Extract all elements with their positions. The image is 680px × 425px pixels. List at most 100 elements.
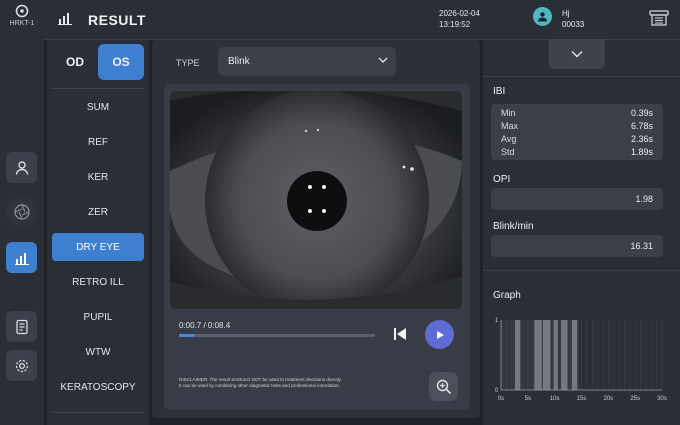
gear-icon xyxy=(15,359,28,372)
graph-x-tick-label: 0s xyxy=(498,396,504,402)
skip-back-button[interactable] xyxy=(393,327,407,346)
collapse-button[interactable] xyxy=(549,39,605,69)
graph-blink-bar xyxy=(553,320,558,390)
graph-x-tick-label: 20s xyxy=(603,396,613,402)
menu-item-ker[interactable]: KER xyxy=(52,163,144,191)
divider xyxy=(483,270,680,271)
device-icon xyxy=(15,4,29,18)
settings-button[interactable] xyxy=(6,350,37,381)
stat-label: Avg xyxy=(501,134,517,144)
playback-progress[interactable] xyxy=(179,334,375,337)
divider xyxy=(52,412,144,413)
printer-button[interactable] xyxy=(649,8,669,31)
od-button[interactable]: OD xyxy=(52,44,98,80)
user-button[interactable] xyxy=(6,152,37,183)
header-bar: RESULT 2026-02-04 13:19:52 Hj 00033 xyxy=(44,0,680,40)
result-header-icon xyxy=(58,12,72,30)
viewer-panel: TYPE Blink 0:00.7 / 0:08.4 DISCLAIMER: T… xyxy=(152,40,480,418)
zoom-in-icon xyxy=(436,379,451,394)
play-icon xyxy=(436,330,444,339)
opi-value: 1.98 xyxy=(635,194,653,204)
datetime: 2026-02-04 13:19:52 xyxy=(439,8,480,30)
stat-value: 1.89s xyxy=(630,147,653,157)
play-button[interactable] xyxy=(425,320,454,349)
graph-blink-bar xyxy=(514,320,521,390)
device-label: HRKT-1 xyxy=(9,20,35,27)
disclaimer: DISCLAIMER: The result SHOULD NOT be use… xyxy=(179,377,409,389)
graph-y-tick-label: 0 xyxy=(495,388,499,394)
aperture-icon xyxy=(13,203,30,220)
user-name: Hj xyxy=(562,9,570,18)
app: HRKT-1 RESULT 2026-02-04 13:19:52 Hj 000… xyxy=(0,0,680,425)
aperture-button[interactable] xyxy=(6,196,37,227)
os-button[interactable]: OS xyxy=(98,44,144,80)
ibi-stats: Min 0.39s Max 6.78s Avg 2.36s Std 1.89s xyxy=(491,104,663,160)
chevron-down-icon xyxy=(378,57,388,63)
playback-progress-fill xyxy=(179,334,196,337)
eye-video[interactable] xyxy=(170,91,462,309)
page-title: RESULT xyxy=(88,12,146,28)
blink-value-box: 16.31 xyxy=(491,235,663,257)
stat-label: Min xyxy=(501,108,516,118)
ibi-row-std: Std 1.89s xyxy=(491,145,663,158)
result-button[interactable] xyxy=(6,242,37,273)
menu-item-keratoscopy[interactable]: KERATOSCOPY xyxy=(52,373,144,401)
divider xyxy=(52,88,144,89)
report-icon xyxy=(15,319,28,334)
report-button[interactable] xyxy=(6,311,37,342)
bar-chart-icon xyxy=(14,252,29,265)
stat-value: 0.39s xyxy=(630,108,653,118)
user-info: Hj 00033 xyxy=(562,8,584,30)
menu-item-ref[interactable]: REF xyxy=(52,128,144,156)
menu-item-wtw[interactable]: WTW xyxy=(52,338,144,366)
blink-graph: 010s 5s 10s 15s 20s 25s 30s xyxy=(495,318,667,402)
graph-x-tick-label: 10s xyxy=(550,396,560,402)
ibi-row-min: Min 0.39s xyxy=(491,106,663,119)
stat-value: 6.78s xyxy=(630,121,653,131)
video-card: 0:00.7 / 0:08.4 DISCLAIMER: The result S… xyxy=(164,84,470,410)
graph-title: Graph xyxy=(493,290,521,301)
type-label: TYPE xyxy=(176,58,200,68)
ibi-title: IBI xyxy=(493,86,506,97)
skip-back-icon xyxy=(394,328,406,340)
ibi-row-max: Max 6.78s xyxy=(491,119,663,132)
zoom-button[interactable] xyxy=(429,372,458,401)
type-select-value: Blink xyxy=(228,56,250,67)
type-select[interactable]: Blink xyxy=(218,47,396,76)
disclaimer-line: It can be used by combining other diagno… xyxy=(179,383,340,388)
menu-item-pupil[interactable]: PUPIL xyxy=(52,303,144,331)
graph-x-tick-label: 25s xyxy=(630,396,640,402)
graph-blink-bar xyxy=(571,320,578,390)
menu-item-sum[interactable]: SUM xyxy=(52,93,144,121)
time-text: 13:19:52 xyxy=(439,20,471,29)
eye-toggle: OD OS xyxy=(52,44,144,80)
user-icon xyxy=(538,12,547,22)
avatar[interactable] xyxy=(533,7,552,26)
chevron-down-icon xyxy=(571,51,583,58)
opi-title: OPI xyxy=(493,174,511,185)
user-icon xyxy=(15,160,28,175)
stat-label: Std xyxy=(501,147,515,157)
graph-y-tick-label: 1 xyxy=(495,318,499,324)
ibi-row-avg: Avg 2.36s xyxy=(491,132,663,145)
graph-x-tick-label: 15s xyxy=(577,396,587,402)
device-indicator: HRKT-1 xyxy=(0,4,44,27)
graph-blink-bar xyxy=(542,320,551,390)
blink-value: 16.31 xyxy=(630,241,653,251)
graph-blink-bar xyxy=(561,320,568,390)
eye-image xyxy=(170,91,462,309)
opi-value-box: 1.98 xyxy=(491,188,663,210)
exam-menu: OD OS SUM REF KER ZER DRY EYE RETRO ILL … xyxy=(47,40,149,425)
stat-label: Max xyxy=(501,121,519,131)
stat-value: 2.36s xyxy=(630,134,653,144)
menu-item-zer[interactable]: ZER xyxy=(52,198,144,226)
graph-x-tick-label: 30s xyxy=(657,396,667,402)
menu-item-dry-eye[interactable]: DRY EYE xyxy=(52,233,144,261)
date-text: 2026-02-04 xyxy=(439,9,480,18)
menu-item-retro-ill[interactable]: RETRO ILL xyxy=(52,268,144,296)
left-rail: HRKT-1 xyxy=(0,0,44,425)
blink-title: Blink/min xyxy=(493,221,534,232)
divider xyxy=(483,76,680,77)
printer-icon xyxy=(649,10,669,26)
results-panel: IBI Min 0.39s Max 6.78s Avg 2.36s Std 1.89s … xyxy=(483,39,680,425)
